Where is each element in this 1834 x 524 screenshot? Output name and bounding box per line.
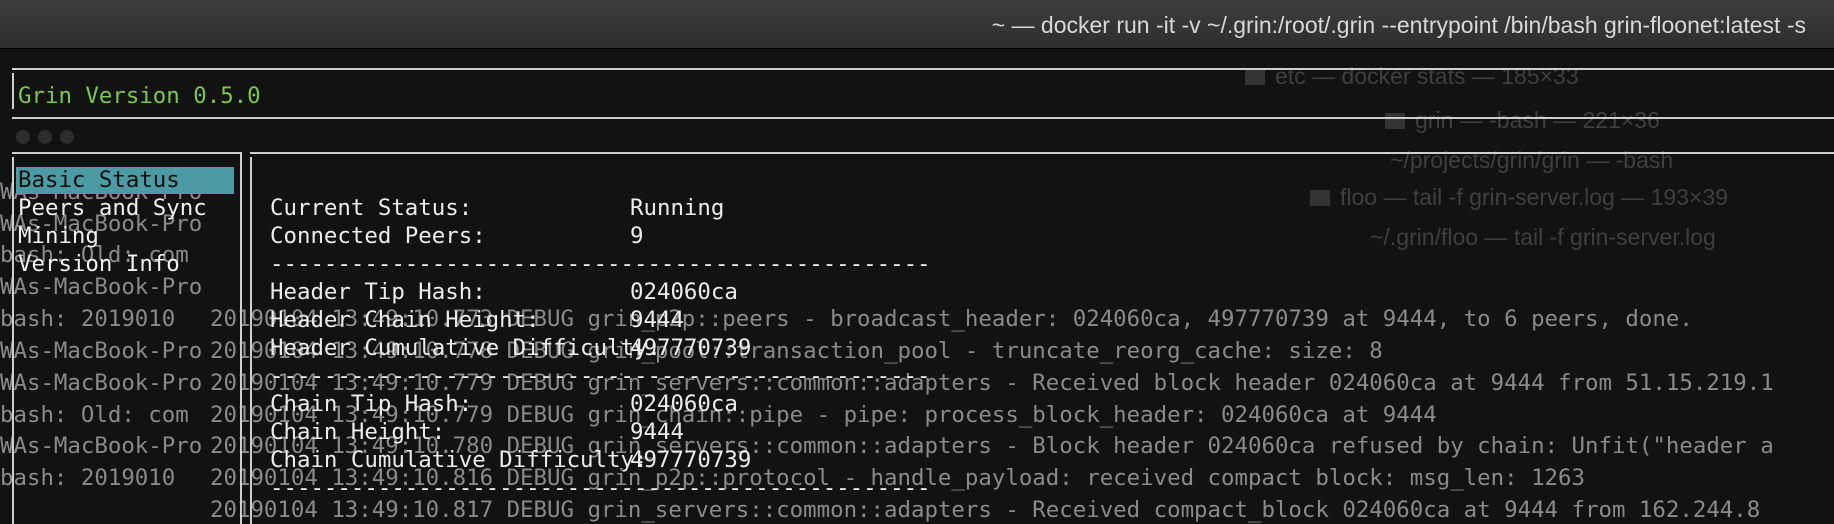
- chain-tip-hash-label: Chain Tip Hash:: [270, 391, 473, 417]
- ghost-window-title: floo — tail -f grin-server.log — 193×39: [1310, 184, 1728, 211]
- separator-line: ----------------------------------------…: [270, 363, 931, 389]
- header-box-left: [12, 73, 14, 109]
- current-status-value: Running: [630, 195, 725, 221]
- menu-item-peers-and-sync[interactable]: Peers and Sync: [18, 194, 207, 222]
- window-title: ~ — docker run -it -v ~/.grin:/root/.gri…: [991, 12, 1806, 38]
- background-text-line: WAs-MacBook-Pro: [0, 370, 203, 396]
- ghost-window-title: grin — -bash — 221×36: [1385, 107, 1660, 134]
- background-text-line: WAs-MacBook-Pro: [0, 433, 203, 459]
- terminal-area[interactable]: etc — docker stats — 185×33 grin — -bash…: [0, 49, 1834, 524]
- header-box-top: [12, 68, 1834, 70]
- background-text-line: bash: Old: com: [0, 402, 189, 428]
- header-tip-hash-label: Header Tip Hash:: [270, 279, 486, 305]
- chain-tip-hash-value: 024060ca: [630, 391, 738, 417]
- chain-height-label: Chain Height:: [270, 419, 446, 445]
- menu-box-left: [12, 157, 14, 524]
- header-tip-hash-value: 024060ca: [630, 279, 738, 305]
- content-box-top: [250, 152, 1834, 154]
- menu-box-top: [12, 152, 240, 154]
- header-chain-height-value: 9444: [630, 307, 684, 333]
- separator-line: ----------------------------------------…: [270, 251, 931, 277]
- header-chain-height-label: Header Chain Height:: [270, 307, 540, 333]
- menu-item-version-info[interactable]: Version Info: [18, 250, 180, 278]
- menu-box-right: [240, 152, 242, 524]
- version-label: Grin Version 0.5.0: [18, 83, 261, 109]
- header-cumulative-difficulty-value: 497770739: [630, 335, 752, 361]
- background-text-line: bash: 2019010: [0, 465, 176, 491]
- window-titlebar[interactable]: ~ — docker run -it -v ~/.grin:/root/.gri…: [0, 0, 1834, 49]
- content-box-left: [250, 157, 252, 524]
- background-text-line: WAs-MacBook-Pro: [0, 338, 203, 364]
- background-text-line: bash: 2019010: [0, 306, 176, 332]
- header-box-bottom: [12, 117, 1834, 119]
- ghost-window-controls: [16, 129, 82, 148]
- connected-peers-label: Connected Peers:: [270, 223, 486, 249]
- current-status-label: Current Status:: [270, 195, 473, 221]
- menu-item-mining[interactable]: Mining: [18, 222, 99, 250]
- separator-line: ----------------------------------------…: [270, 475, 931, 501]
- chain-cumulative-difficulty-value: 497770739: [630, 447, 752, 473]
- header-cumulative-difficulty-label: Header Cumulative Difficulty:: [270, 335, 661, 361]
- menu-item-basic-status[interactable]: Basic Status: [18, 166, 180, 194]
- ghost-window-title: ~/.grin/floo — tail -f grin-server.log: [1370, 224, 1716, 250]
- connected-peers-value: 9: [630, 223, 644, 249]
- chain-height-value: 9444: [630, 419, 684, 445]
- chain-cumulative-difficulty-label: Chain Cumulative Difficulty:: [270, 447, 648, 473]
